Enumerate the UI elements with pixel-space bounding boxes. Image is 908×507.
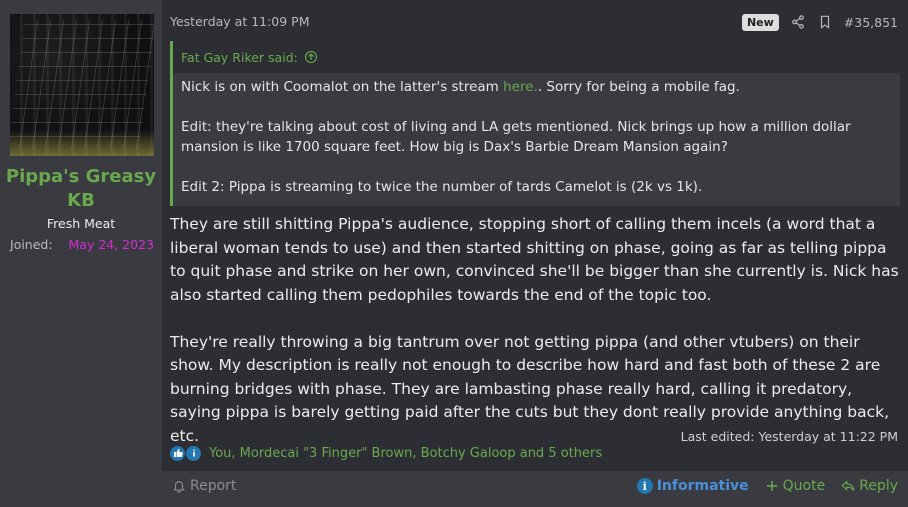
informative-label: Informative — [656, 478, 749, 494]
new-badge: New — [741, 13, 779, 31]
page: Pippa's Greasy KB Fresh Meat Joined: May… — [0, 0, 908, 507]
quote-button[interactable]: Quote — [765, 478, 826, 494]
informative-button[interactable]: i Informative — [636, 478, 749, 494]
report-button[interactable]: Report — [172, 471, 236, 501]
bookmark-icon[interactable] — [817, 14, 833, 30]
post-paragraph-1: They are still shitting Pippa's audience… — [170, 215, 899, 304]
quote-block: Fat Gay Riker said: Nick is on with Coom… — [170, 41, 900, 206]
user-panel: Pippa's Greasy KB Fresh Meat Joined: May… — [0, 0, 162, 507]
like-reaction-icon — [170, 445, 185, 461]
joined-date: May 24, 2023 — [68, 237, 154, 252]
post-number[interactable]: #35,851 — [844, 15, 898, 30]
quote-body: Nick is on with Coomalot on the latter's… — [181, 77, 890, 197]
last-edited: Last edited: Yesterday at 11:22 PM — [680, 429, 898, 444]
avatar[interactable] — [10, 14, 154, 156]
post-date[interactable]: Yesterday at 11:09 PM — [170, 14, 310, 29]
quote-line-1: Nick is on with Coomalot on the latter's… — [181, 79, 740, 95]
quote-author[interactable]: Fat Gay Riker said: — [181, 50, 298, 65]
plus-icon — [766, 481, 777, 491]
username[interactable]: Pippa's Greasy KB — [0, 165, 162, 213]
post-footer: Report i Informative Quote Reply — [162, 471, 908, 507]
user-title: Fresh Meat — [46, 216, 116, 231]
info-icon: i — [636, 478, 653, 494]
joined-label: Joined: — [10, 237, 53, 252]
post-actions: New #35,851 — [741, 12, 898, 32]
footer-actions: i Informative Quote Reply — [636, 471, 898, 501]
post-body: They are still shitting Pippa's audience… — [170, 213, 900, 448]
bell-icon — [173, 481, 185, 493]
quote-line-3: Edit 2: Pippa is streaming to twice the … — [181, 179, 703, 195]
quote-link[interactable]: here. — [503, 79, 538, 95]
quote-label: Quote — [782, 478, 826, 494]
quote-header[interactable]: Fat Gay Riker said: — [173, 41, 900, 73]
informative-reaction-icon — [186, 445, 201, 461]
report-label: Report — [190, 478, 237, 494]
reply-button[interactable]: Reply — [841, 478, 898, 494]
quote-line-2: Edit: they're talking about cost of livi… — [181, 119, 851, 155]
arrow-up-circle-icon[interactable] — [304, 50, 318, 64]
post-main: Yesterday at 11:09 PM New #35,851 Fat Ga… — [162, 0, 908, 507]
reactions-bar[interactable]: You, Mordecai "3 Finger" Brown, Botchy G… — [170, 444, 602, 462]
reply-label: Reply — [859, 478, 898, 494]
reactions-list[interactable]: You, Mordecai "3 Finger" Brown, Botchy G… — [209, 446, 602, 461]
reply-icon — [841, 480, 855, 491]
share-icon[interactable] — [790, 14, 806, 30]
